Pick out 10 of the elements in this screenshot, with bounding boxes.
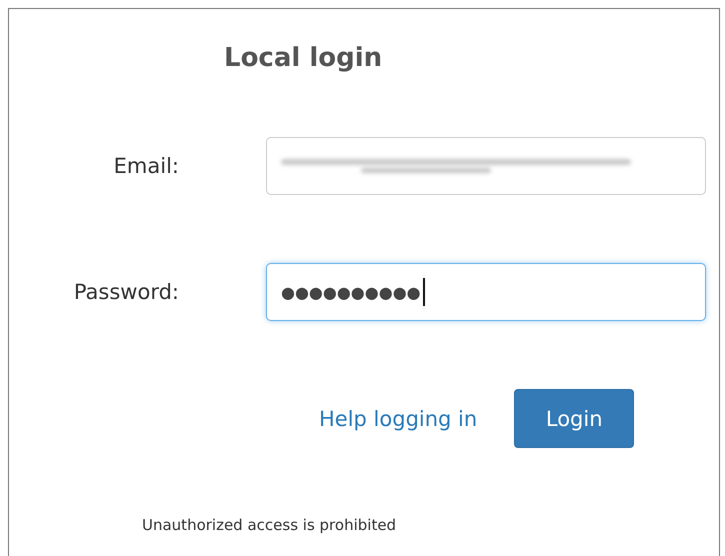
input-field[interactable]: ●●●●●●●●●● [266,263,706,321]
field-label: Email: [114,154,179,178]
panel-title: Local login [224,42,382,75]
login-button[interactable]: Login [514,389,634,448]
footer-notice: Unauthorized access is prohibited [142,516,396,534]
text-caret [422,278,425,306]
help-link[interactable]: Help logging in [319,406,478,430]
field-label: Password: [74,280,179,304]
input-field[interactable] [266,137,706,195]
password-value: ●●●●●●●●●● [281,282,421,302]
